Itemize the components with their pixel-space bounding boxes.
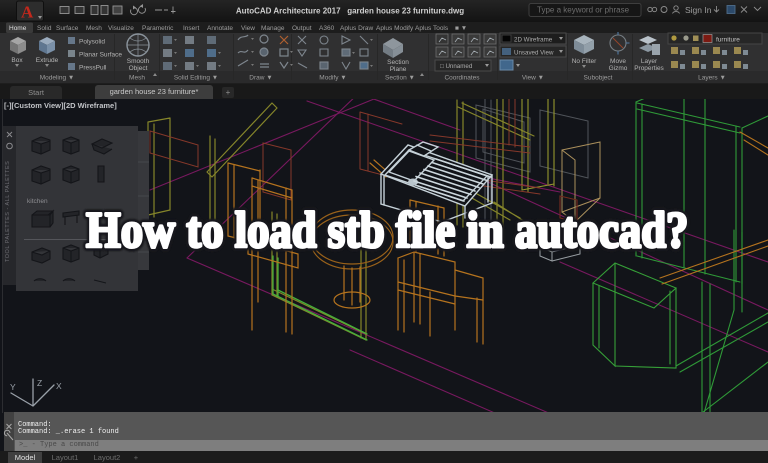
svg-text:How to load stb file in autoca: How to load stb file in autocad? [86,202,688,258]
